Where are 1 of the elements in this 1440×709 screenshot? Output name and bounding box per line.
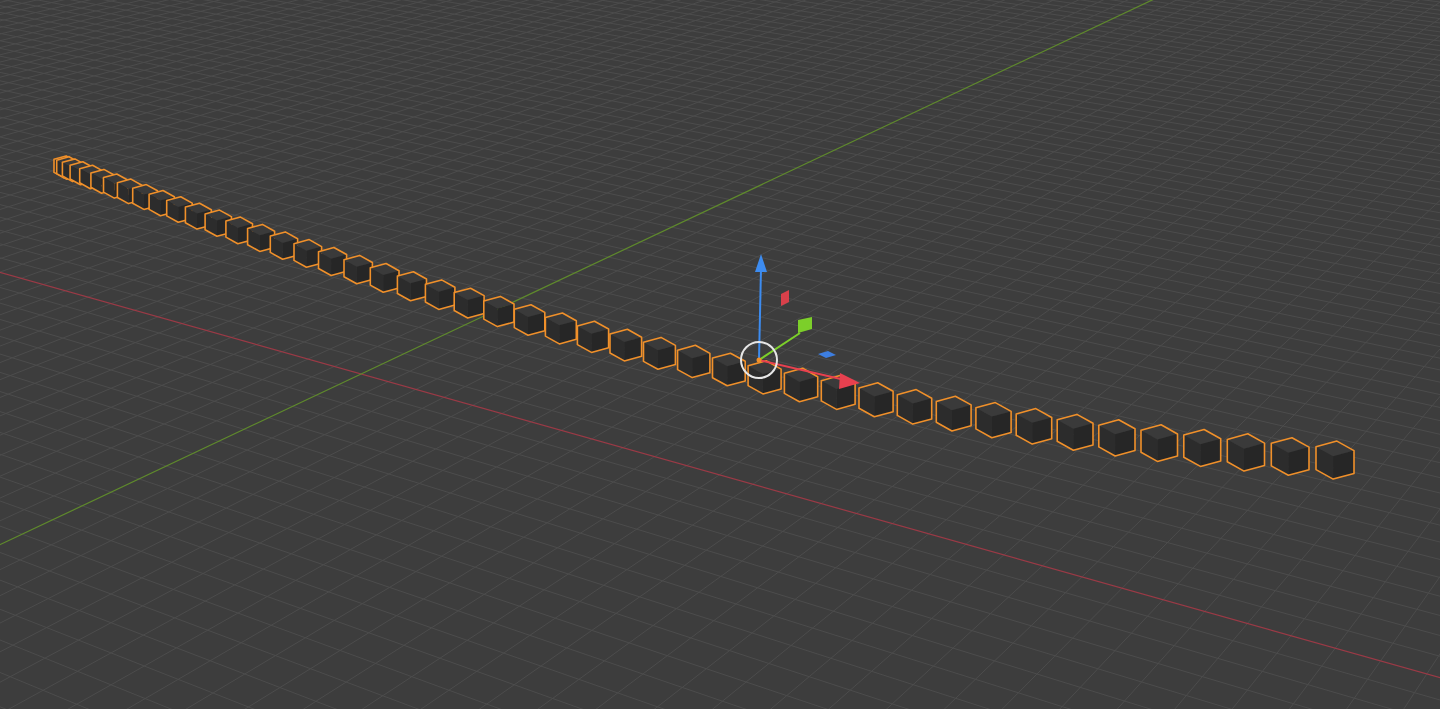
transform-gizmo[interactable]	[740, 254, 860, 389]
